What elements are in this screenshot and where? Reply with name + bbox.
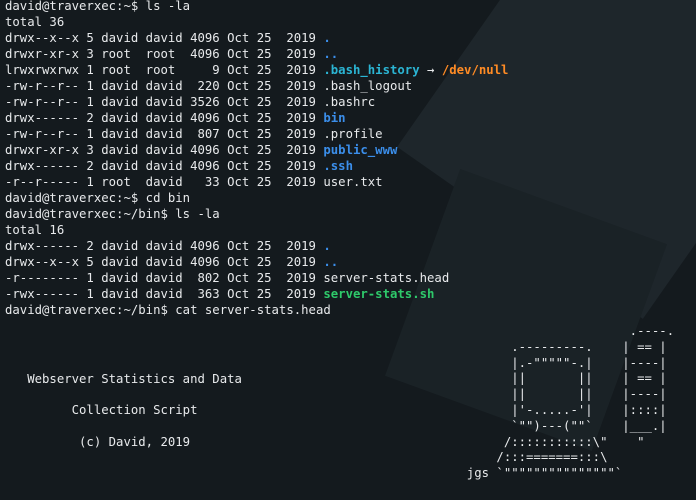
file-name: user.txt: [323, 175, 383, 189]
file-entry: drwx------ 2 david david 4096 Oct 25 201…: [5, 238, 696, 254]
file-meta: -rw-r--r-- 1 david david 220 Oct 25 2019: [5, 79, 324, 93]
file-meta: -r--r----- 1 root david 33 Oct 25 2019: [5, 175, 324, 189]
file-meta: drwx------ 2 david david 4096 Oct 25 201…: [5, 111, 324, 125]
file-meta: drwx--x--x 5 david david 4096 Oct 25 201…: [5, 31, 324, 45]
ascii-art-line: /:::=======:::\: [452, 450, 608, 465]
file-name: public_www: [323, 143, 398, 157]
prompt-line: david@traverxec:~/bin$ cat server-stats.…: [5, 303, 331, 317]
file-meta: -rw-r--r-- 1 david david 807 Oct 25 2019: [5, 127, 324, 141]
file-entry: lrwxrwxrwx 1 root root 9 Oct 25 2019 .ba…: [5, 62, 696, 78]
file-entry: -rw-r--r-- 1 david david 3526 Oct 25 201…: [5, 94, 696, 110]
file-entry: drwx--x--x 5 david david 4096 Oct 25 201…: [5, 30, 696, 46]
banner-line: Collection Script: [5, 403, 198, 418]
prompt-line: david@traverxec:~/bin$ ls -la: [5, 207, 220, 221]
banner-text: Webserver Statistics and Data Collection…: [5, 356, 242, 467]
file-entry: -rwx------ 1 david david 363 Oct 25 2019…: [5, 286, 696, 302]
file-meta: lrwxrwxrwx 1 root root 9 Oct 25 2019: [5, 63, 324, 77]
file-name: .ssh: [323, 159, 353, 173]
banner-line: Webserver Statistics and Data: [5, 371, 242, 386]
prompt-line: david@traverxec:~$ ls -la: [5, 0, 191, 13]
output-line: total 36: [5, 15, 65, 29]
terminal-output[interactable]: david@traverxec:~$ ls -la total 36 drwx--x…: [5, 0, 696, 318]
ascii-art-line: |.-"""""-.| |----|: [452, 355, 667, 370]
file-name: bin: [323, 111, 346, 125]
file-name: .bashrc: [323, 95, 376, 109]
file-entry: drwxr-xr-x 3 david david 4096 Oct 25 201…: [5, 142, 696, 158]
ascii-computer-art: .----. .---------. | == | |.-"""""-.| |-…: [452, 324, 674, 482]
file-meta: drwxr-xr-x 3 root root 4096 Oct 25 2019: [5, 47, 324, 61]
file-entry: drwx------ 2 david david 4096 Oct 25 201…: [5, 158, 696, 174]
ascii-art-line: .----.: [452, 324, 675, 338]
file-entry: drwx--x--x 5 david david 4096 Oct 25 201…: [5, 254, 696, 270]
file-entry: drwxr-xr-x 3 root root 4096 Oct 25 2019 …: [5, 46, 696, 62]
arrow-icon: →: [419, 63, 442, 77]
ascii-art-line: .---------. | == |: [452, 339, 667, 354]
file-name: server-stats.sh: [323, 287, 435, 301]
symlink-name: .bash_history: [323, 63, 420, 77]
file-name: .: [323, 239, 331, 253]
ascii-art-line: jgs `"""""""""""""""`: [452, 466, 623, 481]
file-entry: -r--r----- 1 root david 33 Oct 25 2019 u…: [5, 174, 696, 190]
file-meta: drwx------ 2 david david 4096 Oct 25 201…: [5, 159, 324, 173]
file-meta: -rwx------ 1 david david 363 Oct 25 2019: [5, 287, 324, 301]
file-meta: drwx------ 2 david david 4096 Oct 25 201…: [5, 239, 324, 253]
ascii-art-line: || || | == |: [452, 371, 667, 386]
file-entry: -r-------- 1 david david 802 Oct 25 2019…: [5, 270, 696, 286]
file-name: .bash_logout: [323, 79, 413, 93]
file-entry: -rw-r--r-- 1 david david 220 Oct 25 2019…: [5, 78, 696, 94]
file-name: .: [323, 31, 331, 45]
file-meta: drwxr-xr-x 3 david david 4096 Oct 25 201…: [5, 143, 324, 157]
file-name: .profile: [323, 127, 383, 141]
file-name: ..: [323, 47, 339, 61]
ascii-art-line: || || |----|: [452, 387, 667, 402]
banner-line: (c) David, 2019: [5, 434, 191, 449]
file-meta: drwx--x--x 5 david david 4096 Oct 25 201…: [5, 255, 324, 269]
prompt-line: david@traverxec:~$ cd bin: [5, 191, 191, 205]
ascii-art-line: /:::::::::::\" ": [452, 434, 645, 449]
symlink-target: /dev/null: [441, 63, 509, 77]
file-meta: -r-------- 1 david david 802 Oct 25 2019: [5, 271, 324, 285]
ascii-art-line: |'-.....-'| |::::|: [452, 402, 667, 417]
file-name: server-stats.head: [323, 271, 450, 285]
file-meta: -rw-r--r-- 1 david david 3526 Oct 25 201…: [5, 95, 324, 109]
file-name: ..: [323, 255, 339, 269]
output-line: total 16: [5, 223, 65, 237]
file-entry: -rw-r--r-- 1 david david 807 Oct 25 2019…: [5, 126, 696, 142]
ascii-art-line: `"")---(""` |___.|: [452, 418, 667, 433]
file-entry: drwx------ 2 david david 4096 Oct 25 201…: [5, 110, 696, 126]
